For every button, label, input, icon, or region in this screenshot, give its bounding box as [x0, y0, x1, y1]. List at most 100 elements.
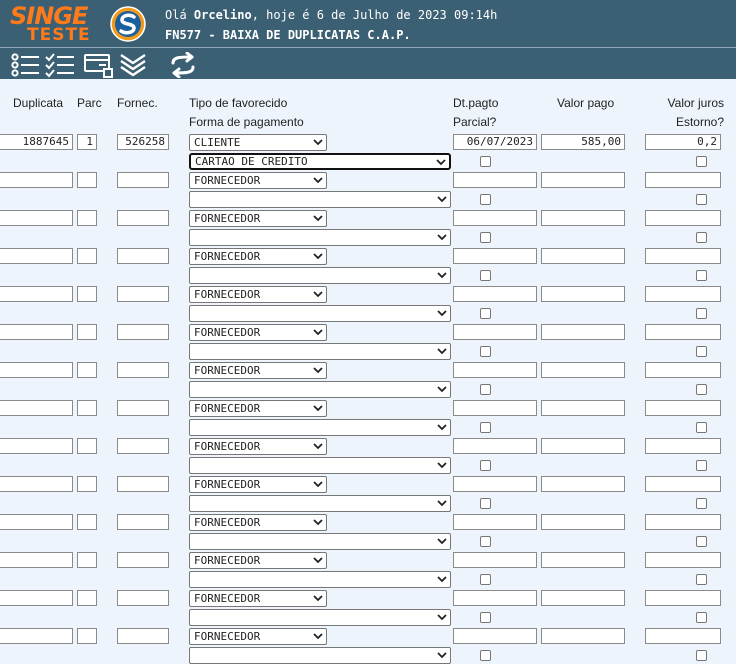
valor-pago-input[interactable]: [541, 400, 625, 416]
fornec-input[interactable]: [117, 362, 169, 378]
fornec-input[interactable]: [117, 286, 169, 302]
duplicata-input[interactable]: [0, 210, 73, 226]
forma-pagamento-select[interactable]: [189, 495, 451, 512]
duplicata-input[interactable]: [0, 628, 73, 644]
tipo-favorecido-select[interactable]: FORNECEDOR: [189, 210, 327, 227]
tipo-favorecido-select[interactable]: FORNECEDOR: [189, 438, 327, 455]
parcial-checkbox[interactable]: [480, 384, 491, 395]
forma-pagamento-select[interactable]: [189, 457, 451, 474]
valor-pago-input[interactable]: [541, 552, 625, 568]
parcial-checkbox[interactable]: [480, 498, 491, 509]
valor-pago-input[interactable]: [541, 210, 625, 226]
dt-pagto-input[interactable]: [453, 552, 537, 568]
duplicata-input[interactable]: [0, 476, 73, 492]
estorno-checkbox[interactable]: [696, 460, 707, 471]
forma-pagamento-select[interactable]: [189, 381, 451, 398]
valor-pago-input[interactable]: [541, 324, 625, 340]
duplicata-input[interactable]: [0, 400, 73, 416]
valor-juros-input[interactable]: [645, 628, 721, 644]
parcial-checkbox[interactable]: [480, 460, 491, 471]
card-icon[interactable]: [83, 52, 113, 78]
dt-pagto-input[interactable]: [453, 400, 537, 416]
duplicata-input[interactable]: [0, 590, 73, 606]
fornec-input[interactable]: [117, 590, 169, 606]
tipo-favorecido-select[interactable]: FORNECEDOR: [189, 362, 327, 379]
tipo-favorecido-select[interactable]: FORNECEDOR: [189, 172, 327, 189]
system-logo-icon[interactable]: [110, 6, 146, 42]
valor-juros-input[interactable]: 0,2: [645, 134, 721, 150]
forma-pagamento-select[interactable]: [189, 609, 451, 626]
parc-input[interactable]: [77, 210, 97, 226]
estorno-checkbox[interactable]: [696, 498, 707, 509]
estorno-checkbox[interactable]: [696, 194, 707, 205]
fornec-input[interactable]: [117, 476, 169, 492]
valor-juros-input[interactable]: [645, 286, 721, 302]
forma-pagamento-select[interactable]: [189, 571, 451, 588]
parc-input[interactable]: [77, 400, 97, 416]
parcial-checkbox[interactable]: [480, 422, 491, 433]
tipo-favorecido-select[interactable]: FORNECEDOR: [189, 514, 327, 531]
forma-pagamento-select[interactable]: [189, 419, 451, 436]
dt-pagto-input[interactable]: [453, 590, 537, 606]
tipo-favorecido-select[interactable]: FORNECEDOR: [189, 476, 327, 493]
list-icon[interactable]: [10, 52, 40, 78]
parcial-checkbox[interactable]: [480, 232, 491, 243]
fornec-input[interactable]: 526258: [117, 134, 169, 150]
estorno-checkbox[interactable]: [696, 346, 707, 357]
valor-juros-input[interactable]: [645, 210, 721, 226]
valor-pago-input[interactable]: 585,00: [541, 134, 625, 150]
duplicata-input[interactable]: 1887645: [0, 134, 73, 150]
parc-input[interactable]: [77, 552, 97, 568]
valor-juros-input[interactable]: [645, 476, 721, 492]
valor-pago-input[interactable]: [541, 628, 625, 644]
fornec-input[interactable]: [117, 400, 169, 416]
parcial-checkbox[interactable]: [480, 270, 491, 281]
tipo-favorecido-select[interactable]: FORNECEDOR: [189, 552, 327, 569]
parc-input[interactable]: [77, 628, 97, 644]
estorno-checkbox[interactable]: [696, 650, 707, 661]
fornec-input[interactable]: [117, 324, 169, 340]
duplicata-input[interactable]: [0, 362, 73, 378]
fornec-input[interactable]: [117, 172, 169, 188]
dt-pagto-input[interactable]: [453, 324, 537, 340]
tipo-favorecido-select[interactable]: FORNECEDOR: [189, 324, 327, 341]
duplicata-input[interactable]: [0, 248, 73, 264]
parc-input[interactable]: [77, 590, 97, 606]
dt-pagto-input[interactable]: [453, 476, 537, 492]
parcial-checkbox[interactable]: [480, 156, 491, 167]
double-chevron-down-icon[interactable]: [118, 52, 148, 78]
forma-pagamento-select[interactable]: [189, 533, 451, 550]
dt-pagto-input[interactable]: [453, 514, 537, 530]
swap-arrows-icon[interactable]: [168, 52, 198, 78]
parc-input[interactable]: 1: [77, 134, 97, 150]
estorno-checkbox[interactable]: [696, 270, 707, 281]
parc-input[interactable]: [77, 248, 97, 264]
valor-pago-input[interactable]: [541, 172, 625, 188]
parcial-checkbox[interactable]: [480, 194, 491, 205]
valor-pago-input[interactable]: [541, 286, 625, 302]
parcial-checkbox[interactable]: [480, 536, 491, 547]
forma-pagamento-select[interactable]: [189, 343, 451, 360]
valor-pago-input[interactable]: [541, 590, 625, 606]
estorno-checkbox[interactable]: [696, 612, 707, 623]
duplicata-input[interactable]: [0, 514, 73, 530]
parcial-checkbox[interactable]: [480, 650, 491, 661]
forma-pagamento-select[interactable]: [189, 267, 451, 284]
dt-pagto-input[interactable]: [453, 438, 537, 454]
tipo-favorecido-select[interactable]: FORNECEDOR: [189, 286, 327, 303]
valor-juros-input[interactable]: [645, 362, 721, 378]
parcial-checkbox[interactable]: [480, 574, 491, 585]
tipo-favorecido-select[interactable]: FORNECEDOR: [189, 400, 327, 417]
parc-input[interactable]: [77, 172, 97, 188]
dt-pagto-input[interactable]: 06/07/2023: [453, 134, 537, 150]
tipo-favorecido-select[interactable]: FORNECEDOR: [189, 248, 327, 265]
fornec-input[interactable]: [117, 248, 169, 264]
valor-juros-input[interactable]: [645, 514, 721, 530]
valor-pago-input[interactable]: [541, 476, 625, 492]
valor-pago-input[interactable]: [541, 362, 625, 378]
fornec-input[interactable]: [117, 552, 169, 568]
parc-input[interactable]: [77, 362, 97, 378]
duplicata-input[interactable]: [0, 552, 73, 568]
tipo-favorecido-select[interactable]: FORNECEDOR: [189, 628, 327, 645]
checklist-icon[interactable]: [45, 52, 75, 78]
